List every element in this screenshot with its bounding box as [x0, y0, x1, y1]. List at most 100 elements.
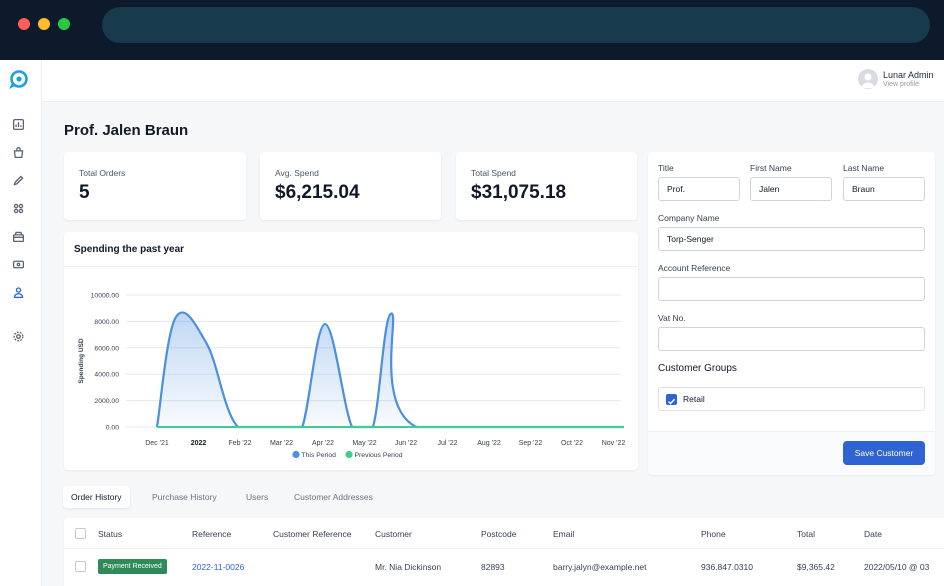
- customer-form-card: Title First Name Last Name Company Name …: [648, 152, 935, 475]
- y-tick-label: 0.00: [106, 425, 119, 432]
- y-tick-label: 10000.00: [91, 293, 120, 300]
- stat-card-total-spend: Total Spend $31,075.18: [456, 152, 637, 220]
- order-history-table: Status Reference Customer Reference Cust…: [64, 518, 944, 586]
- retail-label: Retail: [683, 394, 705, 404]
- minimize-window-button[interactable]: [38, 18, 50, 30]
- x-tick-label: Jun '22: [395, 440, 417, 447]
- y-tick-label: 2000.00: [94, 398, 119, 405]
- tab-users[interactable]: Users: [238, 486, 276, 508]
- column-header-date[interactable]: Date: [864, 529, 882, 539]
- customers-users-icon[interactable]: [10, 284, 26, 300]
- x-tick-label: Dec '21: [145, 440, 169, 447]
- stat-value: $31,075.18: [471, 182, 567, 203]
- vat-label: Vat No.: [658, 313, 686, 323]
- customer-groups-title: Customer Groups: [658, 363, 737, 374]
- last-name-label: Last Name: [843, 163, 885, 173]
- status-badge: Payment Received: [98, 559, 167, 574]
- vat-input[interactable]: [658, 327, 925, 351]
- save-customer-button[interactable]: Save Customer: [843, 441, 925, 465]
- retail-checkbox[interactable]: [666, 394, 677, 405]
- column-header-status[interactable]: Status: [98, 529, 122, 539]
- checkmark-icon: [667, 398, 676, 405]
- tab-customer-addresses[interactable]: Customer Addresses: [286, 486, 381, 508]
- column-header-customer[interactable]: Customer: [375, 529, 412, 539]
- lunar-logo-icon[interactable]: [7, 69, 29, 91]
- y-tick-label: 8000.00: [94, 319, 119, 326]
- x-tick-label: Oct '22: [561, 440, 583, 447]
- column-header-total[interactable]: Total: [797, 529, 815, 539]
- page-title: Prof. Jalen Braun: [64, 122, 189, 139]
- x-tick-label: May '22: [352, 440, 376, 447]
- x-tick-label: 2022: [191, 440, 207, 447]
- form-footer: Save Customer: [648, 431, 935, 475]
- column-header-postcode[interactable]: Postcode: [481, 529, 516, 539]
- orders-bag-icon[interactable]: [10, 144, 26, 160]
- title-input[interactable]: [658, 177, 740, 201]
- dashboard-icon[interactable]: [10, 116, 26, 132]
- legend-label: This Period: [302, 452, 337, 459]
- inventory-box-icon[interactable]: [10, 228, 26, 244]
- stat-value: $6,215.04: [275, 182, 360, 203]
- window-titlebar: [0, 0, 944, 60]
- title-label: Title: [658, 163, 674, 173]
- user-avatar-icon: [861, 73, 875, 88]
- row-checkbox[interactable]: [75, 561, 86, 572]
- divider: [64, 548, 944, 549]
- last-name-input[interactable]: [843, 177, 925, 201]
- spending-chart: 10000.00 8000.00 6000.00 4000.00 2000.00 0.00…: [78, 293, 626, 460]
- column-header-phone[interactable]: Phone: [701, 529, 726, 539]
- stat-label: Avg. Spend: [275, 168, 319, 178]
- order-reference-link[interactable]: 2022-11-0026: [192, 562, 244, 572]
- postcode-cell: 82893: [481, 562, 505, 572]
- view-profile-link[interactable]: View profile: [883, 81, 919, 88]
- sidebar: [0, 60, 42, 586]
- legend-label: Previous Period: [355, 452, 403, 459]
- tab-purchase-history[interactable]: Purchase History: [144, 486, 225, 508]
- company-name-label: Company Name: [658, 213, 720, 223]
- avatar[interactable]: [858, 69, 878, 89]
- account-reference-input[interactable]: [658, 277, 925, 301]
- account-reference-label: Account Reference: [658, 263, 731, 273]
- pencil-icon[interactable]: [10, 172, 26, 188]
- products-grid-icon[interactable]: [10, 200, 26, 216]
- top-bar: Lunar Admin View profile: [42, 60, 944, 102]
- customer-group-retail[interactable]: Retail: [658, 387, 925, 411]
- x-tick-label: Feb '22: [228, 440, 251, 447]
- stat-card-avg-spend: Avg. Spend $6,215.04: [260, 152, 441, 220]
- settings-gear-icon[interactable]: [10, 328, 26, 344]
- maximize-window-button[interactable]: [58, 18, 70, 30]
- first-name-label: First Name: [750, 163, 792, 173]
- x-tick-label: Jul '22: [437, 440, 457, 447]
- stat-label: Total Orders: [79, 168, 126, 178]
- discounts-ticket-icon[interactable]: [10, 256, 26, 272]
- column-header-reference[interactable]: Reference: [192, 529, 231, 539]
- stat-value: 5: [79, 182, 90, 203]
- column-header-email[interactable]: Email: [553, 529, 574, 539]
- x-tick-label: Nov '22: [602, 440, 626, 447]
- email-cell: barry.jalyn@example.net: [553, 562, 647, 572]
- y-tick-label: 6000.00: [94, 345, 119, 352]
- address-bar[interactable]: [102, 7, 930, 43]
- total-cell: $9,365.42: [797, 562, 835, 572]
- phone-cell: 936.847.0310: [701, 562, 753, 572]
- spending-chart-card: Spending the past year 10000.00 8000.00 60…: [64, 232, 638, 470]
- x-tick-label: Mar '22: [270, 440, 293, 447]
- first-name-input[interactable]: [750, 177, 832, 201]
- column-header-customer-reference[interactable]: Customer Reference: [273, 529, 351, 539]
- close-window-button[interactable]: [18, 18, 30, 30]
- select-all-checkbox[interactable]: [75, 528, 86, 539]
- stat-label: Total Spend: [471, 168, 516, 178]
- customer-cell: Mr. Nia Dickinson: [375, 562, 442, 572]
- tab-order-history[interactable]: Order History: [63, 486, 130, 508]
- x-tick-label: Sep '22: [519, 440, 543, 447]
- legend-swatch: [292, 450, 300, 459]
- y-axis-label: Spending USD: [78, 338, 85, 383]
- company-name-input[interactable]: [658, 227, 925, 251]
- legend-swatch: [345, 450, 353, 459]
- x-tick-label: Aug '22: [477, 440, 501, 447]
- y-tick-label: 4000.00: [94, 372, 119, 379]
- profile-name[interactable]: Lunar Admin: [883, 70, 934, 80]
- date-cell: 2022/05/10 @ 03: [864, 562, 930, 572]
- x-tick-label: Apr '22: [312, 440, 334, 447]
- stat-card-total-orders: Total Orders 5: [64, 152, 246, 220]
